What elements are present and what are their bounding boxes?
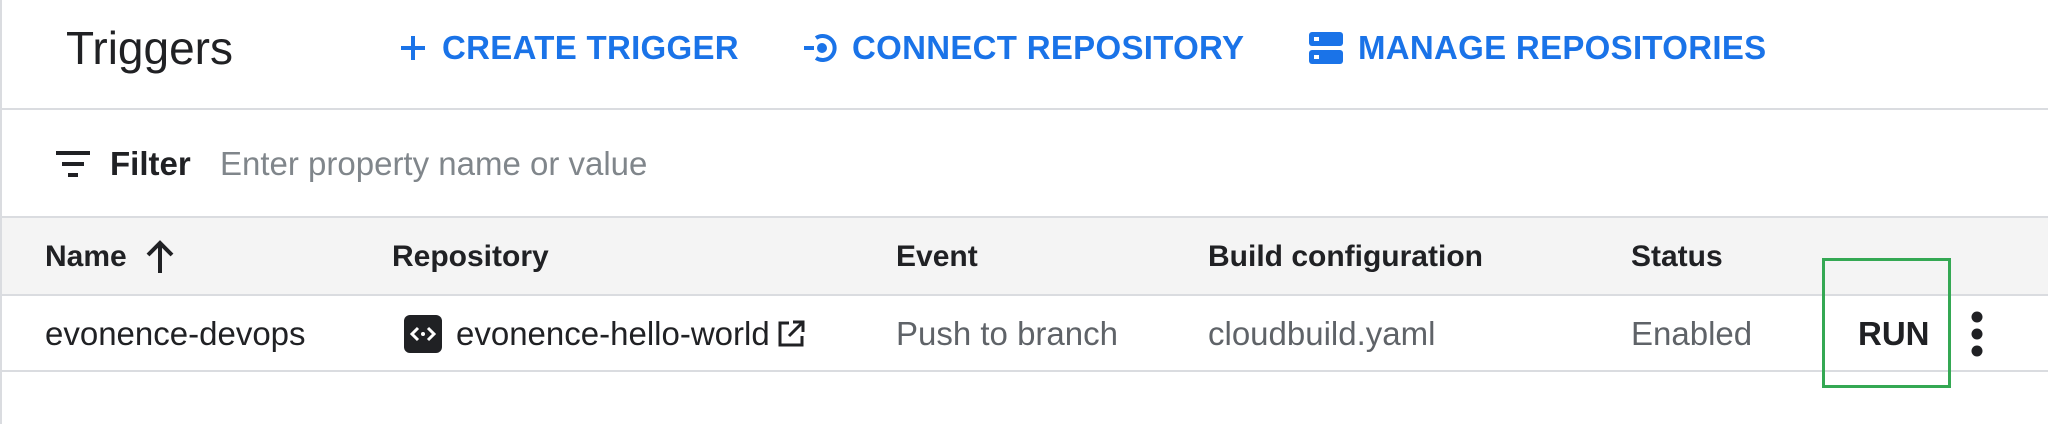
page-frame: Triggers CREATE TRIGGER CONNECT REPOSITO… — [0, 0, 2048, 424]
storage-icon — [1308, 30, 1344, 66]
page-title: Triggers — [66, 22, 233, 74]
filter-bar: Filter — [2, 110, 2048, 218]
filter-button[interactable]: Filter — [54, 140, 191, 188]
column-header-status: Status — [1631, 240, 1723, 273]
connect-repository-button[interactable]: CONNECT REPOSITORY — [802, 22, 1244, 74]
repository-link[interactable]: evonence-hello-world — [456, 315, 770, 353]
filter-label: Filter — [110, 145, 191, 182]
column-header-repository: Repository — [392, 240, 549, 273]
open-in-new-icon[interactable] — [776, 319, 806, 349]
event-cell: Push to branch — [896, 315, 1118, 352]
repository-cell: evonence-hello-world — [404, 296, 806, 372]
build-configuration-cell: cloudbuild.yaml — [1208, 315, 1436, 352]
sort-ascending-icon — [145, 239, 175, 275]
column-header-name[interactable]: Name — [45, 218, 175, 296]
column-header-event: Event — [896, 240, 978, 273]
plus-icon — [398, 33, 428, 63]
more-options-icon[interactable] — [1962, 310, 1992, 358]
page-header: Triggers CREATE TRIGGER CONNECT REPOSITO… — [2, 0, 2048, 110]
manage-repositories-button[interactable]: MANAGE REPOSITORIES — [1308, 22, 1766, 74]
filter-input[interactable] — [220, 140, 1120, 188]
code-repo-icon — [404, 315, 442, 353]
connect-icon — [802, 33, 838, 63]
table-header: Name Repository Event Build configuratio… — [2, 218, 2048, 296]
manage-repositories-label: MANAGE REPOSITORIES — [1358, 29, 1767, 66]
status-cell: Enabled — [1631, 315, 1753, 352]
column-header-name-label: Name — [45, 240, 127, 273]
create-trigger-button[interactable]: CREATE TRIGGER — [398, 22, 739, 74]
run-button[interactable]: RUN — [1858, 296, 1930, 372]
create-trigger-label: CREATE TRIGGER — [442, 29, 739, 66]
connect-repository-label: CONNECT REPOSITORY — [852, 29, 1245, 66]
filter-icon — [54, 149, 92, 179]
column-header-build-configuration: Build configuration — [1208, 240, 1483, 273]
table-row: evonence-devops evonence-hello-world Pus… — [2, 296, 2048, 372]
trigger-name: evonence-devops — [45, 315, 306, 352]
